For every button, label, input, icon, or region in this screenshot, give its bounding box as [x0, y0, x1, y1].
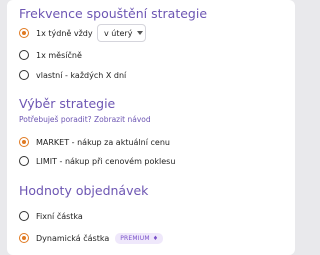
frequency-option-monthly[interactable]: 1x měsíčně — [19, 48, 82, 62]
strategy-option-market-label: MARKET - nákup za aktuální cenu — [36, 137, 170, 147]
weekday-select[interactable]: v úterý — [97, 24, 146, 42]
radio-market[interactable] — [19, 137, 29, 147]
strategy-option-limit-label: LIMIT - nákup při cenovém poklesu — [36, 156, 176, 166]
premium-badge-label: PREMIUM — [120, 234, 150, 242]
frequency-option-weekly-label: 1x týdně vždy — [36, 28, 93, 38]
section-title-order-values: Hodnoty objednávek — [19, 183, 149, 198]
strategy-option-market[interactable]: MARKET - nákup za aktuální cenu — [19, 135, 170, 149]
premium-badge: PREMIUM ♦ — [115, 232, 164, 244]
order-option-dynamic[interactable]: Dynamická částka PREMIUM ♦ — [19, 231, 164, 245]
weekday-select-value: v úterý — [104, 28, 133, 38]
radio-custom[interactable] — [19, 70, 29, 80]
frequency-option-custom[interactable]: vlastní - každých X dní — [19, 68, 126, 82]
frequency-option-monthly-label: 1x měsíčně — [36, 50, 82, 60]
radio-dot — [22, 236, 26, 240]
radio-dot — [22, 140, 26, 144]
settings-card: Frekvence spouštění strategie 1x týdně v… — [7, 0, 295, 255]
strategy-option-limit[interactable]: LIMIT - nákup při cenovém poklesu — [19, 154, 175, 168]
gem-icon: ♦ — [152, 234, 159, 242]
radio-weekly[interactable] — [19, 28, 29, 38]
chevron-down-icon — [137, 31, 144, 35]
frequency-option-custom-label: vlastní - každých X dní — [36, 70, 127, 80]
radio-limit[interactable] — [19, 156, 29, 166]
order-option-dynamic-label: Dynamická částka — [36, 233, 110, 243]
radio-dynamic[interactable] — [19, 233, 29, 243]
section-title-frequency: Frekvence spouštění strategie — [19, 6, 208, 21]
radio-monthly[interactable] — [19, 50, 29, 60]
frequency-option-weekly[interactable]: 1x týdně vždy — [19, 26, 93, 40]
order-option-fixed-label: Fixní částka — [36, 211, 83, 221]
radio-dot — [22, 31, 26, 35]
radio-fixed[interactable] — [19, 211, 29, 221]
section-title-strategy: Výběr strategie — [19, 96, 116, 111]
help-guide-link[interactable]: Potřebuješ poradit? Zobrazit návod — [19, 115, 151, 124]
order-option-fixed[interactable]: Fixní částka — [19, 209, 83, 223]
